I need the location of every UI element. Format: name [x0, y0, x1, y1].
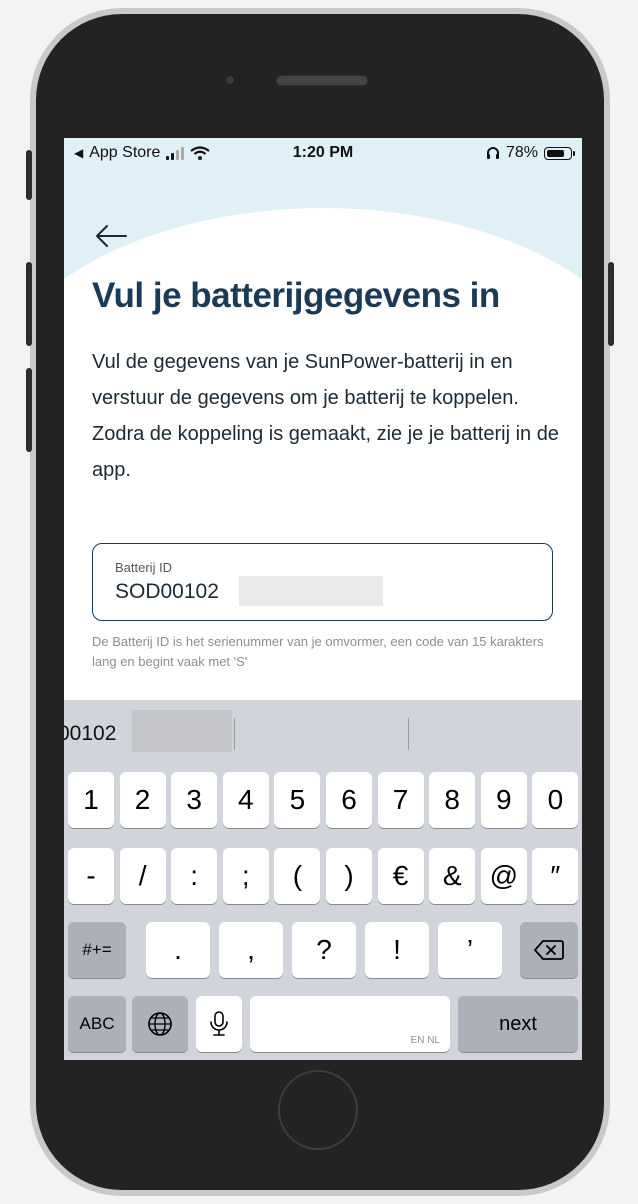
battery-id-field[interactable]: Batterij ID: [92, 543, 553, 621]
key[interactable]: 3: [171, 772, 218, 828]
page-description: Vul de gegevens van je SunPower-batterij…: [92, 351, 559, 481]
key[interactable]: 1: [68, 772, 114, 828]
dictation-key[interactable]: [196, 996, 242, 1052]
key[interactable]: 8: [429, 772, 476, 828]
abc-key[interactable]: ABC: [68, 996, 126, 1052]
backspace-key[interactable]: [520, 922, 578, 978]
key[interactable]: &: [429, 848, 476, 904]
key[interactable]: 5: [274, 772, 321, 828]
keyboard: 00102 1234567890 -/:;()€&@″ #+= .,?!’ AB…: [64, 700, 582, 1060]
key[interactable]: 9: [480, 772, 527, 828]
key[interactable]: /: [119, 848, 166, 904]
key[interactable]: 0: [532, 772, 579, 828]
key[interactable]: (: [274, 848, 321, 904]
suggestion-bar: 00102: [64, 700, 582, 770]
space-key[interactable]: EN NL: [250, 996, 450, 1052]
key[interactable]: ;: [222, 848, 269, 904]
back-button[interactable]: [94, 224, 134, 254]
front-camera: [226, 76, 234, 84]
redacted-value: [239, 576, 383, 606]
backspace-icon: [534, 940, 564, 960]
key[interactable]: @: [480, 848, 527, 904]
power-button: [608, 262, 614, 346]
headphones-icon: [486, 147, 499, 159]
globe-icon: [148, 1012, 172, 1036]
home-button[interactable]: [278, 1070, 358, 1150]
arrow-left-icon: [96, 225, 127, 247]
key[interactable]: 2: [119, 772, 166, 828]
key[interactable]: ,: [219, 922, 283, 978]
battery-id-input[interactable]: [115, 580, 235, 604]
suggestion-text[interactable]: 00102: [64, 722, 116, 746]
key[interactable]: 4: [222, 772, 269, 828]
suggestion-divider: [408, 718, 409, 750]
key[interactable]: !: [365, 922, 429, 978]
suggestion-divider: [234, 718, 235, 750]
volume-up-button: [26, 262, 32, 346]
battery-percent: 78%: [505, 144, 538, 161]
battery-icon: [544, 146, 575, 160]
page-title: Vul je batterijgegevens in: [92, 276, 500, 315]
battery-id-label: Batterij ID: [115, 560, 173, 575]
volume-down-button: [26, 368, 32, 452]
battery-fill: [547, 149, 564, 157]
key[interactable]: ’: [438, 922, 502, 978]
key[interactable]: ): [326, 848, 372, 904]
globe-key[interactable]: [132, 996, 188, 1052]
key[interactable]: :: [171, 848, 218, 904]
battery-id-helper-text: De Batterij ID is het serienummer van je…: [92, 634, 544, 669]
key[interactable]: .: [146, 922, 210, 978]
microphone-icon: [210, 1011, 228, 1036]
next-key[interactable]: next: [458, 996, 578, 1052]
key[interactable]: €: [377, 848, 424, 904]
earpiece-speaker: [276, 75, 368, 86]
status-bar: ◀ App Store 1:20 PM 78%: [64, 138, 582, 168]
key[interactable]: 6: [326, 772, 372, 828]
key[interactable]: ?: [292, 922, 356, 978]
mute-switch: [26, 150, 32, 200]
redacted-suggestion: [132, 710, 232, 752]
key[interactable]: -: [68, 848, 114, 904]
key[interactable]: 7: [377, 772, 424, 828]
space-language-hint: EN NL: [410, 1035, 440, 1046]
hero-background: [64, 138, 582, 608]
key[interactable]: ″: [532, 848, 579, 904]
symbols-key[interactable]: #+=: [68, 922, 126, 978]
app-screen: ◀ App Store 1:20 PM 78% Vul je batterijg…: [64, 138, 582, 1060]
